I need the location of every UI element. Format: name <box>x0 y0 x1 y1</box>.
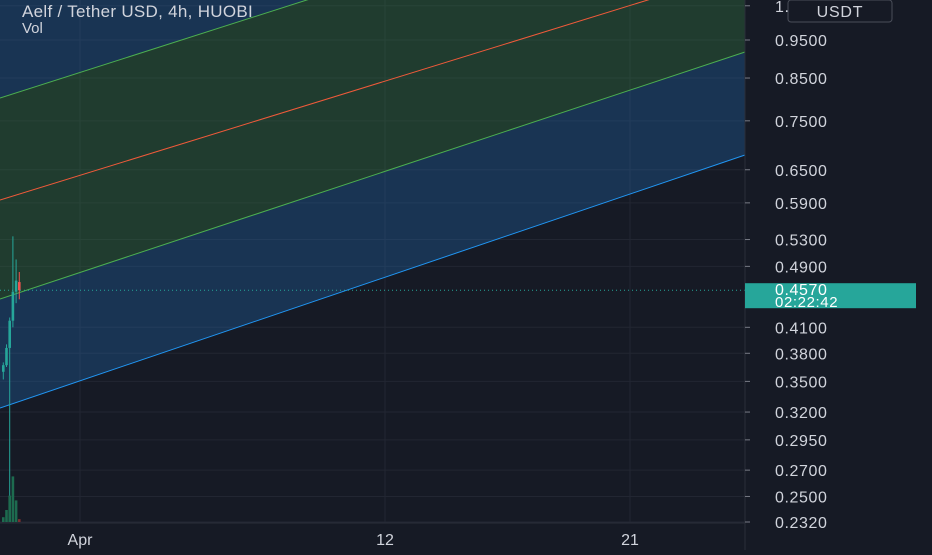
price-tick-label: 0.4900 <box>775 259 828 276</box>
candle-body <box>5 347 8 366</box>
price-tick-label: 0.5900 <box>775 196 828 213</box>
chart-title: Aelf / Tether USD, 4h, HUOBI <box>22 2 254 21</box>
price-tick-label: 0.4100 <box>775 320 828 337</box>
volume-bar <box>18 519 21 522</box>
currency-button-label: USDT <box>817 4 864 21</box>
price-tick-label: 0.2950 <box>775 433 828 450</box>
volume-bar <box>14 500 18 522</box>
price-chart[interactable]: 1.05000.95000.85000.75000.65000.59000.53… <box>0 0 932 550</box>
volume-bar <box>5 510 8 522</box>
time-tick-label: 12 <box>376 532 394 549</box>
volume-bar <box>8 495 11 522</box>
price-tick-label: 0.3800 <box>775 346 828 363</box>
price-tick-label: 0.2500 <box>775 489 828 506</box>
candle-body <box>18 282 21 291</box>
last-price-badge: 0.457002:22:42 <box>745 282 916 311</box>
volume-bar <box>2 517 5 522</box>
volume-label: Vol <box>22 20 43 37</box>
price-tick-label: 0.2700 <box>775 463 828 480</box>
chart-container[interactable]: 1.05000.95000.85000.75000.65000.59000.53… <box>0 0 932 550</box>
candle-body <box>11 291 15 321</box>
price-tick-label: 0.2320 <box>775 515 828 532</box>
candle-body <box>8 320 11 348</box>
price-tick-label: 0.8500 <box>775 71 828 88</box>
price-tick-label: 0.6500 <box>775 163 828 180</box>
price-axis-panel <box>745 0 932 550</box>
price-countdown: 02:22:42 <box>775 294 838 311</box>
time-tick-label: Apr <box>68 532 94 549</box>
price-tick-label: 0.5300 <box>775 233 828 250</box>
currency-button[interactable]: USDT <box>787 0 893 23</box>
candle-body <box>2 365 5 372</box>
price-tick-label: 0.7500 <box>775 114 828 131</box>
price-tick-label: 0.3200 <box>775 405 828 422</box>
volume-bar <box>11 476 15 522</box>
price-tick-label: 0.3500 <box>775 374 828 391</box>
time-tick-label: 21 <box>621 532 639 549</box>
price-tick-label: 0.9500 <box>775 33 828 50</box>
